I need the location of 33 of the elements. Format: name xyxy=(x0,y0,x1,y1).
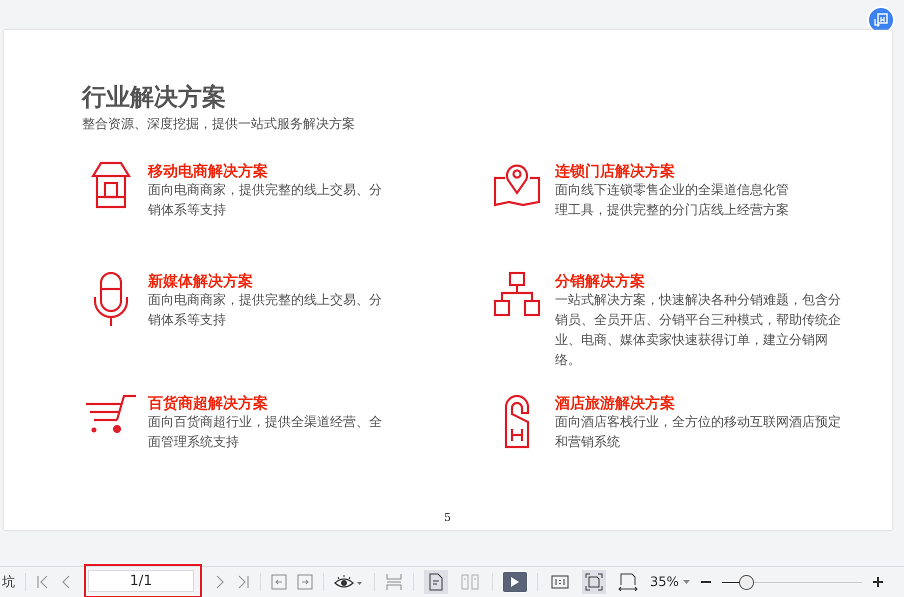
first-page-icon[interactable] xyxy=(36,575,50,589)
solution-description: 面向百货商超行业，提供全渠道经营、全面管理系统支持 xyxy=(148,414,383,452)
microphone-icon xyxy=(93,271,129,327)
solution-title: 新媒体解决方案 xyxy=(148,271,254,291)
solution-title: 分销解决方案 xyxy=(555,271,646,291)
page-number: 5 xyxy=(444,511,451,524)
play-icon xyxy=(510,576,520,588)
solution-description: 面向酒店客栈行业，全方位的移动互联网酒店预定和营销系统 xyxy=(555,414,842,452)
eye-icon[interactable] xyxy=(334,574,364,590)
hierarchy-icon xyxy=(493,271,541,317)
caret-icon xyxy=(682,580,690,584)
zoom-in-icon[interactable] xyxy=(872,576,884,588)
toolbar-label: 坑 xyxy=(2,574,15,591)
zoom-level-dropdown[interactable]: 35% xyxy=(650,574,690,590)
solution-description: 面向电商商家，提供完整的线上交易、分销体系等支持 xyxy=(148,292,383,330)
shopping-cart-icon xyxy=(85,393,137,435)
single-page-button[interactable] xyxy=(424,570,448,594)
convert-icon xyxy=(873,12,889,28)
solution-title: 移动电商解决方案 xyxy=(148,161,269,181)
last-page-icon[interactable] xyxy=(236,575,250,589)
page-title: 行业解决方案 xyxy=(82,82,227,112)
solution-description: 面向线下连锁零售企业的全渠道信息化管理工具，提供完整的分门店线上经营方案 xyxy=(555,182,790,220)
kiosk-icon xyxy=(91,161,131,211)
solution-title: 连锁门店解决方案 xyxy=(555,161,676,181)
solution-description: 面向电商商家，提供完整的线上交易、分销体系等支持 xyxy=(148,182,383,220)
page-number-field[interactable]: 1/1 xyxy=(88,570,194,592)
page-subtitle: 整合资源、深度挖掘，提供一站式服务解决方案 xyxy=(82,116,356,133)
solution-description: 一站式解决方案，快速解决各种分销难题，包含分销员、全员开店、分销平台三种模式，帮助传统企业、电商、媒体卖家快速获得订单，建立分销网络。 xyxy=(555,292,842,370)
play-button[interactable] xyxy=(503,572,527,592)
solution-title: 酒店旅游解决方案 xyxy=(555,393,676,413)
page-gap-icon[interactable] xyxy=(385,573,403,591)
fit-page-button[interactable] xyxy=(582,570,606,594)
solution-title: 百货商超解决方案 xyxy=(148,393,269,413)
